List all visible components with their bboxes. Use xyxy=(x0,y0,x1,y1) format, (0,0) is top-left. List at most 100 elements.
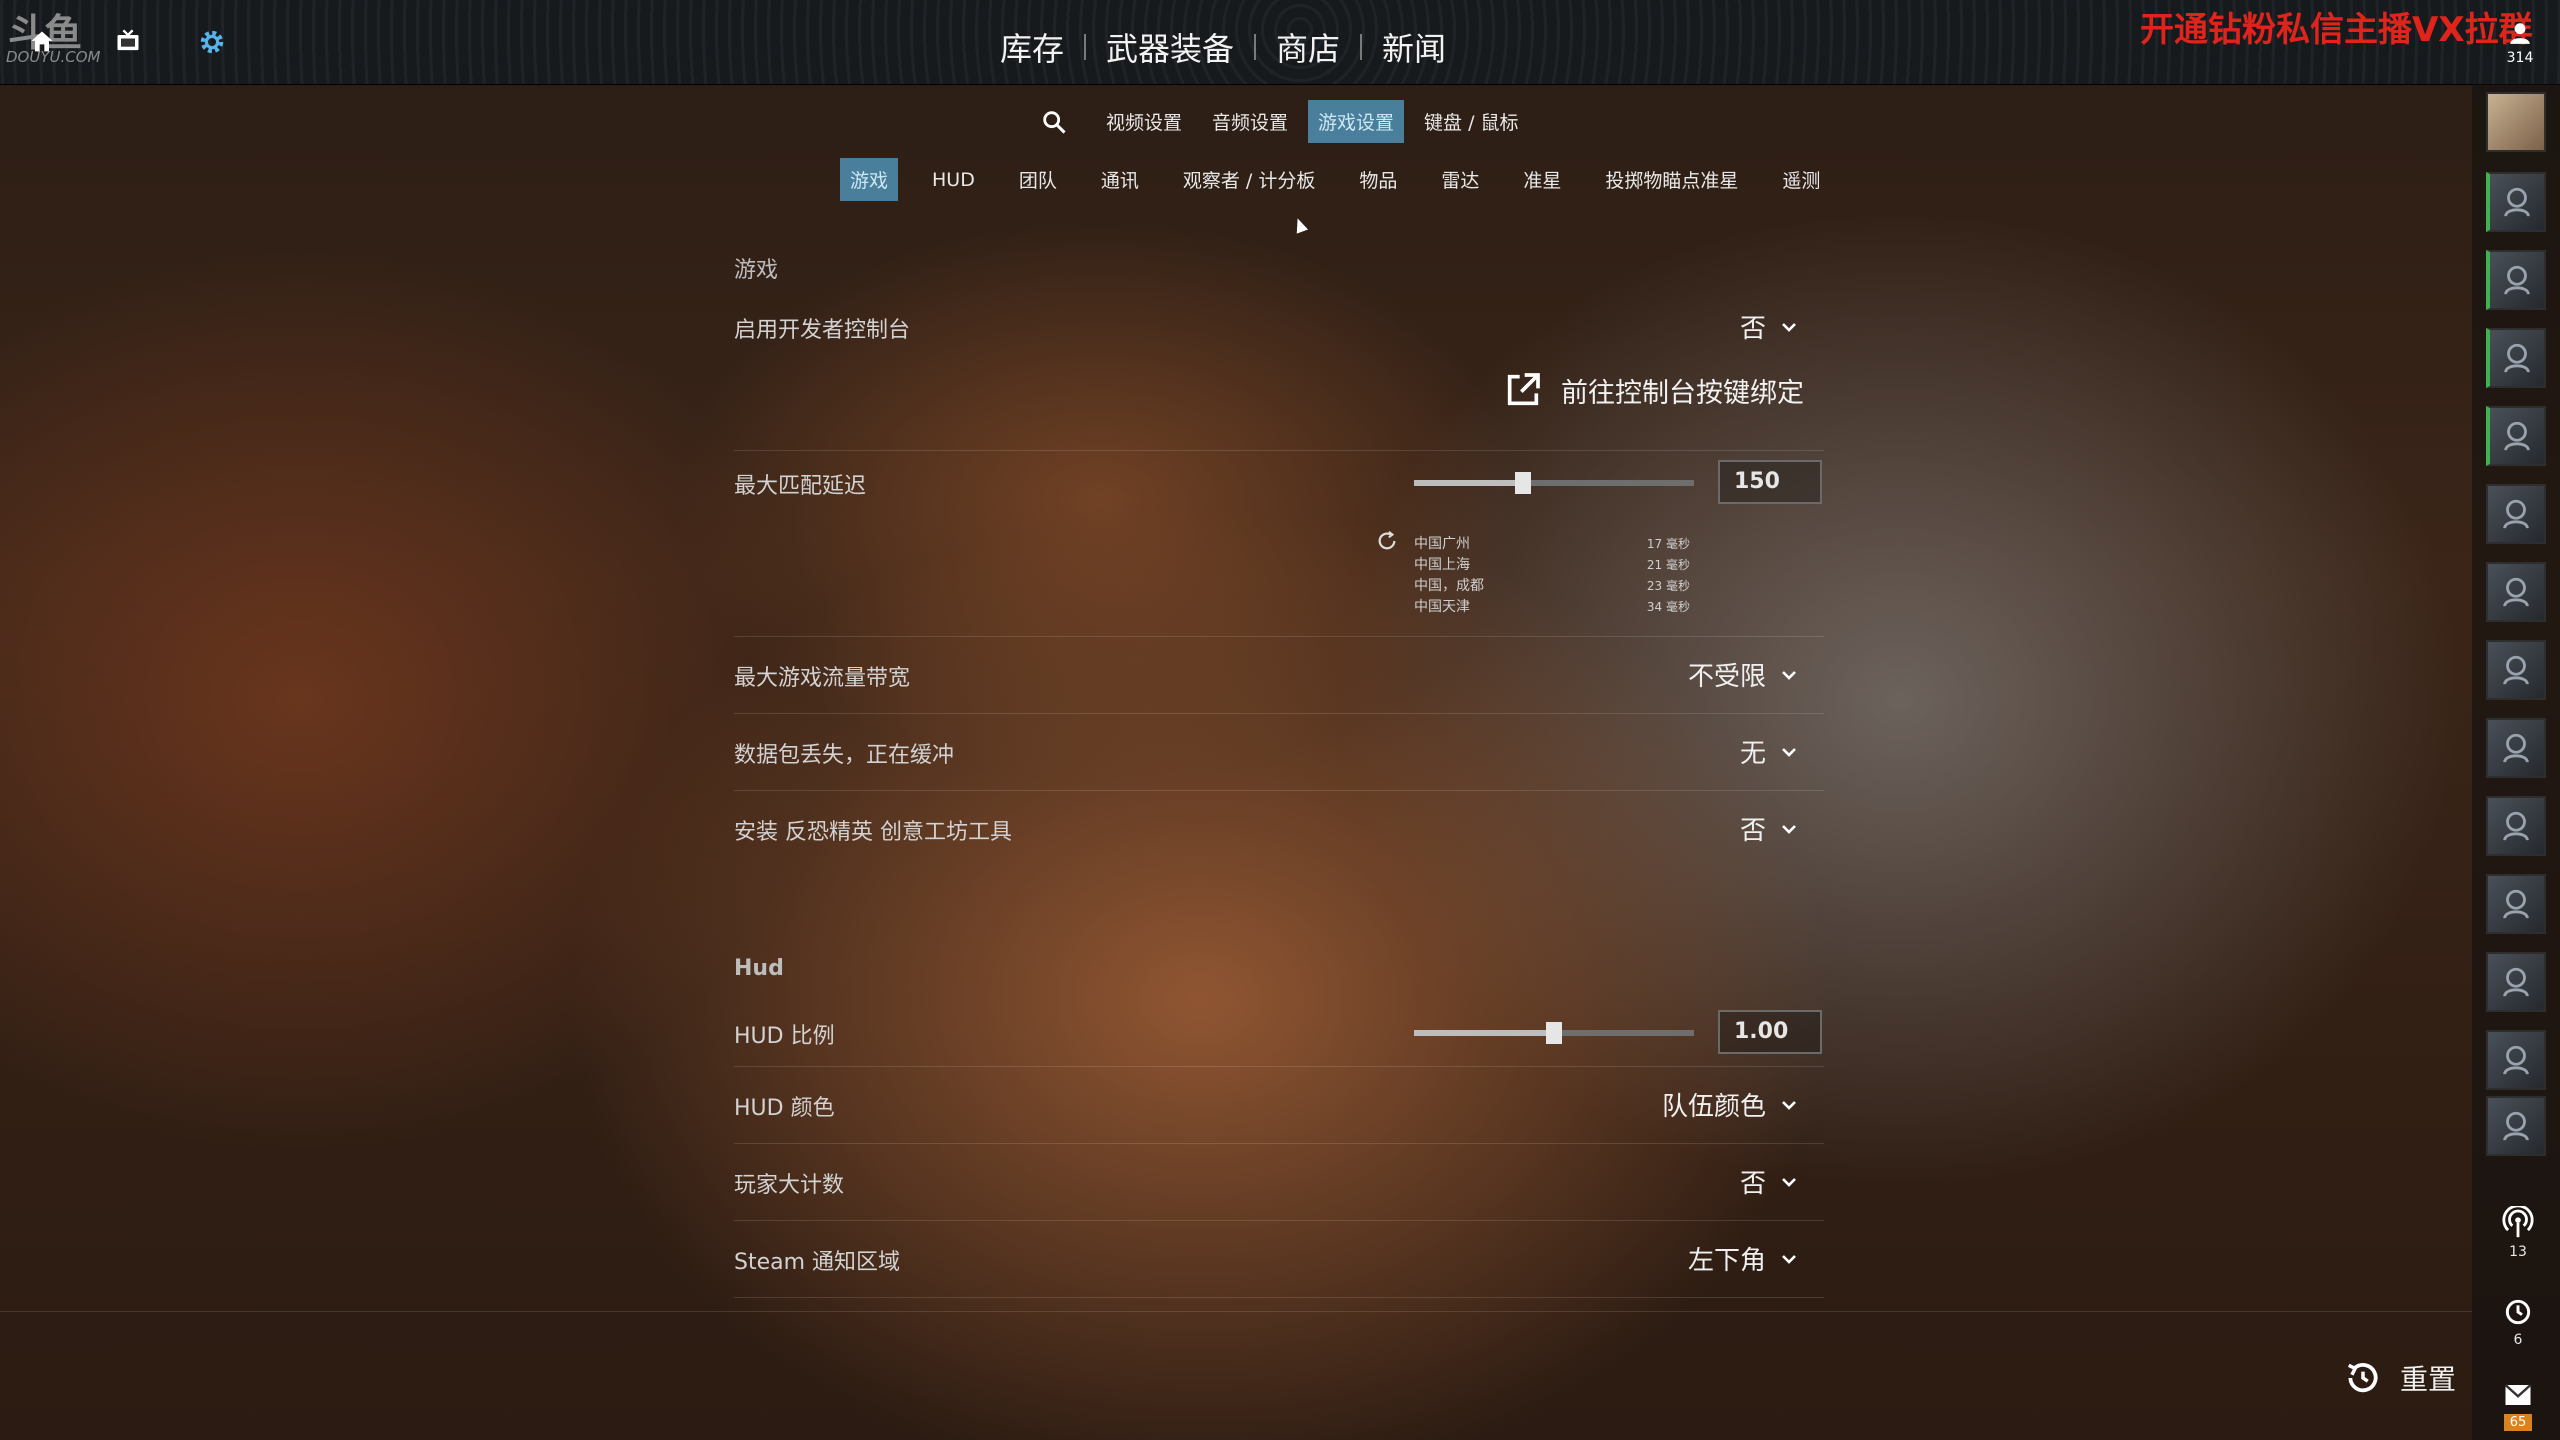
friends-count-button[interactable]: 314 xyxy=(2480,20,2560,66)
broadcast-button[interactable]: 13 xyxy=(2486,1204,2550,1260)
dropdown-value: 否 xyxy=(1739,816,1766,846)
default-avatar-icon xyxy=(2504,265,2530,295)
friend-avatar[interactable] xyxy=(2486,328,2546,388)
subtab-game[interactable]: 游戏 xyxy=(840,158,899,201)
slider-thumb[interactable] xyxy=(1515,472,1532,494)
friend-avatar[interactable] xyxy=(2486,172,2546,232)
search-icon[interactable] xyxy=(1036,104,1072,140)
default-avatar-icon xyxy=(2504,187,2530,217)
subtab-items[interactable]: 物品 xyxy=(1349,158,1407,201)
friend-avatar[interactable] xyxy=(2486,406,2546,466)
ping-row: 中国广州 17 毫秒 xyxy=(1414,534,1690,555)
section-title-game: 游戏 xyxy=(734,258,779,283)
chevron-down-icon xyxy=(1782,1100,1796,1110)
friend-avatar[interactable] xyxy=(2486,874,2546,934)
mail-button[interactable]: 65 xyxy=(2486,1382,2550,1431)
chevron-down-icon xyxy=(1782,747,1796,757)
setting-row-workshop-tools: 安装 反恐精英 创意工坊工具 否 xyxy=(734,790,1824,867)
workshop-tools-dropdown[interactable]: 否 xyxy=(1740,810,1798,847)
player-count-dropdown[interactable]: 否 xyxy=(1740,1163,1798,1200)
subtab-telemetry[interactable]: 遥测 xyxy=(1772,158,1830,201)
setting-label: 启用开发者控制台 xyxy=(734,318,911,343)
friend-avatar[interactable] xyxy=(2486,796,2546,856)
dev-console-dropdown[interactable]: 否 xyxy=(1740,308,1798,345)
hud-color-dropdown[interactable]: 队伍颜色 xyxy=(1662,1086,1798,1123)
nav-loadout[interactable]: 武器装备 xyxy=(1086,24,1254,70)
subtab-communication[interactable]: 通讯 xyxy=(1091,158,1149,201)
friend-avatar[interactable] xyxy=(2486,562,2546,622)
console-binding-link[interactable]: 前往控制台按键绑定 xyxy=(1503,370,1804,410)
recent-history-button[interactable]: 6 xyxy=(2486,1296,2550,1348)
friend-avatar[interactable] xyxy=(2486,640,2546,700)
max-ping-value-input[interactable]: 150 xyxy=(1718,460,1822,504)
dropdown-value: 无 xyxy=(1739,739,1766,769)
nav-inventory[interactable]: 库存 xyxy=(980,24,1084,70)
friend-avatar[interactable] xyxy=(2486,250,2546,310)
dropdown-value: 否 xyxy=(1739,1169,1766,1199)
friend-avatar[interactable] xyxy=(2486,484,2546,544)
tab-audio-settings[interactable]: 音频设置 xyxy=(1202,100,1298,143)
ping-region: 中国天津 xyxy=(1414,599,1470,615)
setting-label: 玩家大计数 xyxy=(734,1173,845,1198)
chevron-down-icon xyxy=(1782,824,1796,834)
nav-store[interactable]: 商店 xyxy=(1256,24,1360,70)
subtab-crosshair[interactable]: 准星 xyxy=(1513,158,1571,201)
broadcast-count: 13 xyxy=(2509,1244,2527,1260)
broadcast-icon xyxy=(2502,1204,2534,1238)
ping-ms: 23 毫秒 xyxy=(1646,579,1690,593)
setting-row-steam-notify: Steam 通知区域 左下角 xyxy=(734,1220,1824,1298)
friend-avatar[interactable] xyxy=(2486,952,2546,1012)
ping-region: 中国广州 xyxy=(1414,536,1470,552)
setting-row-packet-loss: 数据包丢失，正在缓冲 无 xyxy=(734,713,1824,791)
slider-fill xyxy=(1414,1030,1554,1036)
mouse-cursor xyxy=(1291,216,1309,234)
game-subcategory-tabs: 游戏 HUD 团队 通讯 观察者 / 计分板 物品 雷达 准星 投掷物瞄点准星 … xyxy=(840,158,1830,201)
friend-avatar[interactable] xyxy=(2486,1030,2546,1090)
tab-keyboard-mouse[interactable]: 键盘 / 鼠标 xyxy=(1414,100,1528,143)
setting-row-max-ping: 最大匹配延迟 150 中国广州 17 毫秒 中国上海 21 毫秒 中国，成都 23 毫… xyxy=(734,450,1824,637)
nav-news[interactable]: 新闻 xyxy=(1362,24,1466,70)
slider-thumb[interactable] xyxy=(1546,1022,1562,1044)
chevron-down-icon xyxy=(1782,1254,1796,1264)
bandwidth-dropdown[interactable]: 不受限 xyxy=(1688,656,1798,693)
hud-scale-slider[interactable] xyxy=(1414,1022,1694,1044)
subtab-grenade-crosshair[interactable]: 投掷物瞄点准星 xyxy=(1595,158,1748,201)
tab-video-settings[interactable]: 视频设置 xyxy=(1096,100,1192,143)
mail-count-badge: 65 xyxy=(2503,1414,2533,1431)
subtab-hud[interactable]: HUD xyxy=(922,161,985,199)
setting-label: Steam 通知区域 xyxy=(734,1250,901,1275)
user-icon xyxy=(2510,23,2530,44)
stream-promo-text: 开通钻粉私信主播VX拉群 xyxy=(2140,10,2533,50)
default-avatar-icon xyxy=(2503,967,2529,997)
packet-loss-dropdown[interactable]: 无 xyxy=(1740,733,1798,770)
own-avatar[interactable] xyxy=(2486,92,2546,152)
settings-gear-icon[interactable] xyxy=(192,22,232,62)
default-avatar-icon xyxy=(2504,343,2530,373)
friend-avatar[interactable] xyxy=(2486,1096,2546,1156)
subtab-radar[interactable]: 雷达 xyxy=(1431,158,1489,201)
reset-button[interactable]: 重置 xyxy=(2344,1358,2456,1398)
ping-ms: 34 毫秒 xyxy=(1646,600,1690,614)
slider-fill xyxy=(1414,480,1524,486)
default-avatar-icon xyxy=(2503,733,2529,763)
ping-row: 中国天津 34 毫秒 xyxy=(1414,597,1690,618)
ping-ms: 21 毫秒 xyxy=(1646,558,1690,572)
max-ping-slider[interactable] xyxy=(1414,472,1694,494)
refresh-icon[interactable] xyxy=(1376,530,1398,552)
default-avatar-icon xyxy=(2503,1111,2529,1141)
hud-scale-value-input[interactable]: 1.00 xyxy=(1718,1010,1822,1054)
setting-label: HUD 颜色 xyxy=(734,1096,835,1121)
tv-icon[interactable] xyxy=(108,22,148,62)
tab-game-settings[interactable]: 游戏设置 xyxy=(1308,100,1405,143)
top-bar: 斗鱼 DOUYU.COM 库存 武器装备 商店 新闻 开通钻粉私信主播VX拉群 xyxy=(0,0,2560,85)
ping-row: 中国上海 21 毫秒 xyxy=(1414,555,1690,576)
home-icon[interactable] xyxy=(22,22,62,62)
default-avatar-icon xyxy=(2503,1045,2529,1075)
setting-row-bandwidth: 最大游戏流量带宽 不受限 xyxy=(734,636,1824,714)
friend-avatar[interactable] xyxy=(2486,718,2546,778)
subtab-team[interactable]: 团队 xyxy=(1009,158,1067,201)
history-count: 6 xyxy=(2513,1332,2523,1348)
subtab-spectator-scoreboard[interactable]: 观察者 / 计分板 xyxy=(1173,158,1325,201)
steam-notify-dropdown[interactable]: 左下角 xyxy=(1688,1240,1798,1277)
mail-icon xyxy=(2504,1384,2532,1405)
